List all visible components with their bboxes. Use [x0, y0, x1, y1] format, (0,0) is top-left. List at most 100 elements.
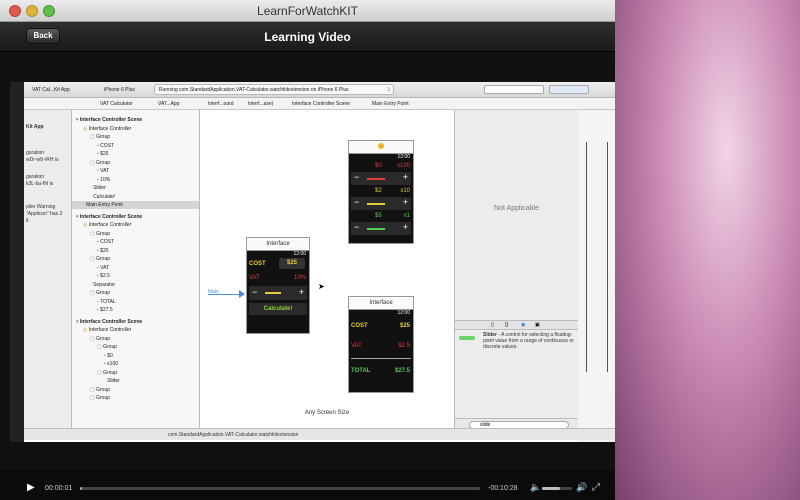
slider-row[interactable]: − + — [351, 197, 411, 210]
outline-row[interactable]: ▪ VAT — [72, 167, 199, 175]
outline-row[interactable]: ▪ 10% — [72, 176, 199, 184]
outline-row-label: Group — [96, 290, 111, 296]
outline-row[interactable]: ◎ Interface Controller — [72, 326, 199, 334]
outline-row[interactable]: ◎ Interface Controller — [72, 125, 199, 133]
scene-title: Interface — [247, 238, 309, 251]
outline-row-label: Group — [96, 386, 111, 393]
file-template-icon[interactable]: ▯ — [491, 322, 494, 328]
slider-row[interactable]: − + — [351, 222, 411, 235]
running-status: Running com.StandardApplication.VAT-Calc… — [159, 87, 349, 93]
scheme-selector[interactable]: VAT Cal...Kit App — [32, 87, 70, 93]
breadcrumb-1[interactable]: VAT...App — [158, 101, 180, 107]
outline-row[interactable]: ▪ $2.5 — [72, 272, 199, 280]
outline-row[interactable]: ▢ Group — [72, 394, 199, 402]
outline-row-label: Interface Controller — [88, 327, 132, 333]
outline-row[interactable]: ◎ Interface Controller — [72, 221, 199, 229]
outline-row[interactable]: ▢ Group — [72, 343, 199, 351]
outline-row-label: Group — [103, 344, 118, 350]
outline-row[interactable]: ▢ Group — [72, 133, 199, 141]
scene-title-icon — [349, 141, 413, 154]
outline-row[interactable]: ▾ Interface Controller Scene — [72, 116, 199, 124]
volume-max-icon[interactable]: 🔊 — [576, 482, 587, 493]
player-controls: ▶ 00:00:01 -00:10:28 🔈 🔊 ⤢ — [0, 470, 615, 500]
value-right: x10 — [400, 188, 410, 194]
outline-row[interactable]: ▪ $0 — [72, 352, 199, 360]
minus-icon: − — [354, 197, 360, 207]
slider-row[interactable]: − + — [351, 172, 411, 185]
minus-icon: − — [252, 287, 258, 297]
nav-line: wDr-w8-rRH is — [26, 157, 59, 163]
app-window: LearnForWatchKIT Back Learning Video VAT… — [0, 0, 615, 500]
value-left: $5 — [375, 213, 382, 219]
size-class-label[interactable]: Any Screen Size — [200, 410, 454, 416]
value-row: $5 x1 — [349, 210, 413, 222]
outline-row[interactable]: ▪ $25 — [72, 247, 199, 255]
breadcrumb-0[interactable]: VAT Calculator — [100, 101, 133, 107]
slider-track — [367, 203, 385, 205]
breadcrumb-2[interactable]: Interf...oard — [208, 101, 234, 107]
outline-row[interactable]: ▢ Group — [72, 335, 199, 343]
outline-row[interactable]: ▪ COST — [72, 142, 199, 150]
breadcrumb-4[interactable]: Interface Controller Scene — [292, 101, 350, 107]
outline-row-label: Interface Controller — [88, 222, 132, 228]
object-library-icon[interactable]: ◉ — [521, 322, 525, 328]
cost-label: COST — [351, 323, 368, 329]
volume-slider[interactable] — [542, 487, 572, 490]
device-selector[interactable]: iPhone 6 Plus — [104, 87, 135, 93]
outline-row-label: Interface Controller Scene — [79, 117, 143, 123]
outline-row[interactable]: · Slider — [72, 184, 199, 192]
outline-row[interactable]: · Slider — [72, 377, 199, 385]
outline-row[interactable]: ▢ Group — [72, 386, 199, 394]
xcode-toolbar: VAT Cal...Kit App iPhone 6 Plus Running … — [24, 82, 615, 98]
play-icon[interactable]: ▶ — [27, 482, 35, 493]
cost-value: $25 — [279, 258, 305, 269]
elapsed-time: 00:00:01 — [45, 485, 73, 492]
outline-row[interactable]: · Separator — [72, 281, 199, 289]
outline-row-label: Group — [96, 134, 111, 140]
calculate-button[interactable]: Calculate! — [249, 303, 307, 315]
editor-mode-control[interactable] — [484, 85, 544, 94]
video-frame[interactable]: VAT Cal...Kit App iPhone 6 Plus Running … — [10, 82, 615, 442]
outline-row-label: VAT — [100, 264, 110, 271]
scene-slider-settings[interactable]: 12:00 $0 x100− + $2 x10− + $5 x1− + — [348, 140, 414, 244]
outline-row-label: x100 — [107, 361, 119, 367]
outline-row[interactable]: ▾ Interface Controller Scene — [72, 318, 199, 326]
video-left-edge — [10, 82, 24, 442]
outline-row-label: Group — [96, 159, 111, 166]
outline-row[interactable]: ▢ Group — [72, 230, 199, 238]
scene-calculator[interactable]: Interface 12:00 COST $25 VAT 10% − + Cal… — [246, 237, 310, 334]
document-outline: ▾ Interface Controller Scene ◎ Interface … — [72, 110, 200, 430]
media-library-icon[interactable]: ▣ — [535, 322, 540, 328]
code-snippet-icon[interactable]: {} — [505, 322, 508, 328]
outline-row[interactable]: ▪ x100 — [72, 360, 199, 368]
outline-row[interactable]: ▪ VAT — [72, 264, 199, 272]
outline-row[interactable]: ▢ Group — [72, 369, 199, 377]
breadcrumb-3[interactable]: Interf...ase) — [248, 101, 273, 107]
slider-library-item[interactable]: Slider - A control for selecting a float… — [483, 332, 575, 350]
outline-row-label: Group — [96, 256, 111, 262]
outline-row-label: Interface Controller — [88, 125, 132, 132]
breadcrumb-5[interactable]: Main Entry Point — [372, 101, 409, 107]
outline-row[interactable]: ▢ Group — [72, 255, 199, 263]
mouse-cursor-icon: ➤ — [318, 282, 325, 291]
plus-icon: + — [402, 172, 408, 182]
outline-row[interactable]: ▪ $25 — [72, 150, 199, 158]
outline-row[interactable]: · Calculate! — [72, 193, 199, 201]
storyboard-canvas[interactable]: Main Interface 12:00 COST $25 VAT 10% − … — [200, 110, 454, 430]
outline-row[interactable]: ▪ TOTAL — [72, 298, 199, 306]
vat-value: 10% — [293, 275, 306, 281]
fullscreen-icon[interactable]: ⤢ — [592, 482, 600, 493]
seek-bar[interactable] — [80, 487, 480, 490]
outline-row[interactable]: ▪ COST — [72, 238, 199, 246]
outline-row-label: $25 — [100, 151, 109, 157]
outline-row[interactable]: ▢ Group — [72, 289, 199, 297]
outline-row[interactable]: ▢ Group — [72, 159, 199, 167]
outline-row[interactable]: ▪ $27.5 — [72, 306, 199, 314]
warning-count[interactable]: 3 — [387, 87, 390, 93]
view-toggle-control[interactable] — [549, 85, 589, 94]
scene-result[interactable]: Interface 12:00 COST $25 VAT $2.5 TOTAL … — [348, 296, 414, 393]
volume-icon[interactable]: 🔈 — [530, 482, 541, 493]
outline-row[interactable]: · Main Entry Point — [72, 201, 199, 209]
outline-row[interactable]: ▾ Interface Controller Scene — [72, 213, 199, 221]
outline-row-label: Group — [96, 230, 111, 237]
